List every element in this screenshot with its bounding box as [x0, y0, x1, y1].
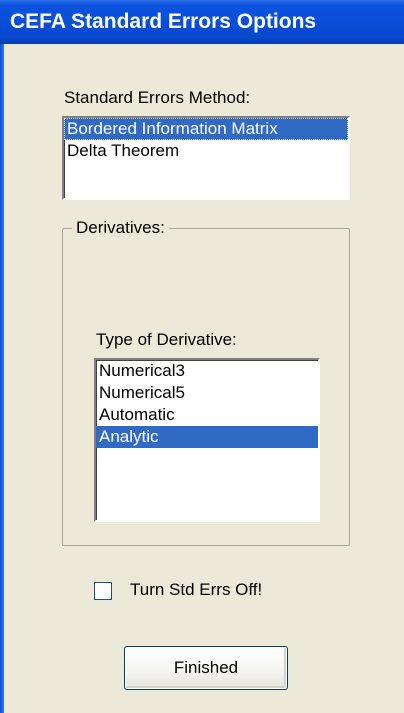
window-left-border: [0, 44, 4, 713]
title-bar[interactable]: CEFA Standard Errors Options: [0, 0, 404, 44]
se-method-label: Standard Errors Method:: [64, 88, 251, 107]
derivative-item-numerical3[interactable]: Numerical3: [96, 360, 318, 382]
derivative-item-numerical5[interactable]: Numerical5: [96, 382, 318, 404]
se-method-item-bordered[interactable]: Bordered Information Matrix: [64, 118, 348, 140]
derivative-item-analytic[interactable]: Analytic: [96, 426, 318, 448]
turn-std-errs-off-label[interactable]: Turn Std Errs Off!: [130, 580, 262, 600]
finished-button[interactable]: Finished: [124, 646, 288, 690]
derivative-type-label: Type of Derivative:: [96, 330, 237, 349]
derivative-type-listbox[interactable]: Numerical3 Numerical5 Automatic Analytic: [94, 358, 320, 522]
dialog-window: CEFA Standard Errors Options Standard Er…: [0, 0, 404, 713]
window-title: CEFA Standard Errors Options: [10, 10, 317, 33]
se-method-listbox[interactable]: Bordered Information Matrix Delta Theore…: [62, 116, 350, 200]
turn-std-errs-off-checkbox[interactable]: [94, 582, 112, 600]
se-method-item-delta[interactable]: Delta Theorem: [64, 140, 348, 162]
derivatives-group-title: Derivatives:: [72, 218, 169, 238]
derivative-item-automatic[interactable]: Automatic: [96, 404, 318, 426]
